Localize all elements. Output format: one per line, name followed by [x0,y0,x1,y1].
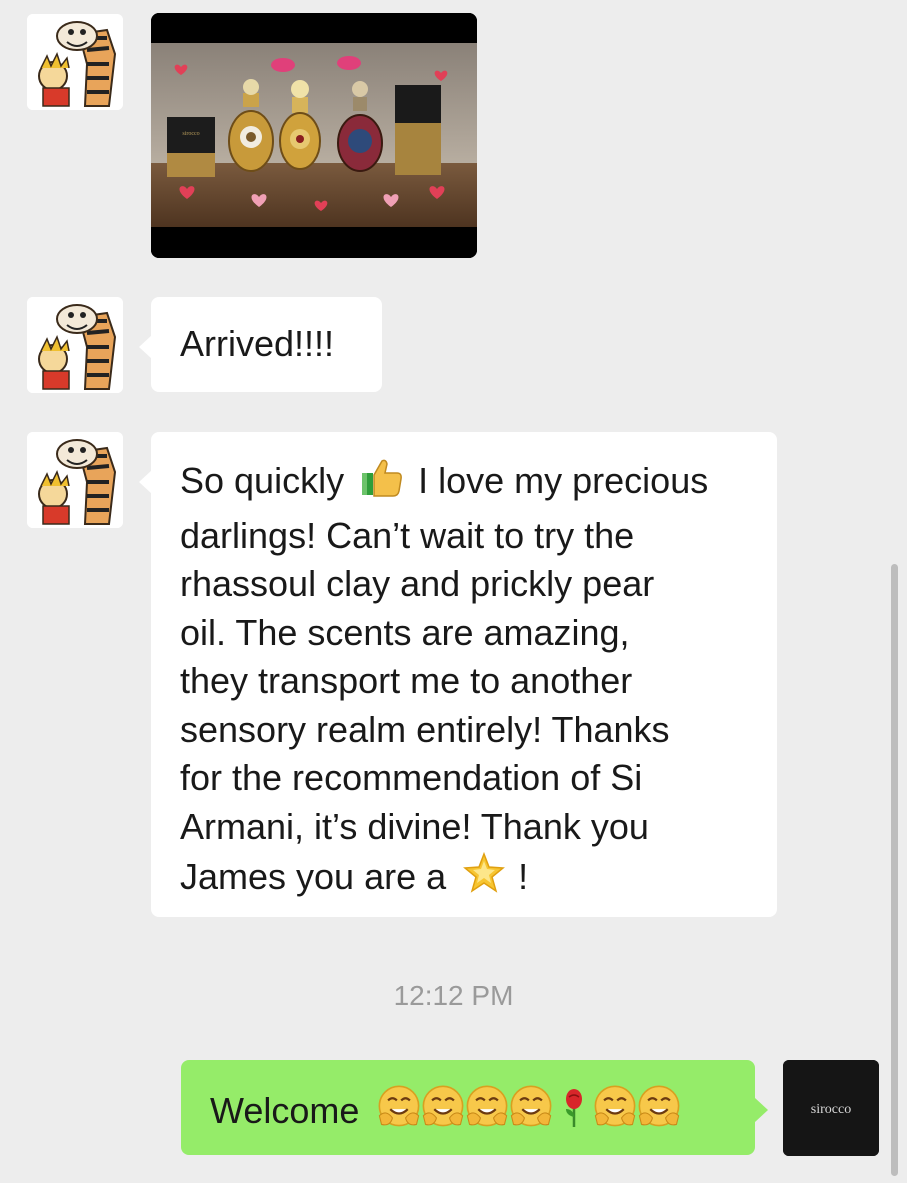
cartoon-tiger-avatar-icon [27,14,123,110]
image-message[interactable]: sirocco [151,13,477,258]
perfume-bottles-photo-icon: sirocco [151,13,477,258]
glowing-star-icon [462,851,506,908]
emoji-row [369,1085,683,1131]
message-text-line: sensory realm entirely! Thanks [180,708,670,750]
cartoon-tiger-avatar-icon [27,297,123,393]
message-text-line: for the recommendation of Si [180,757,643,798]
brand-logo-icon: sirocco [783,1060,879,1156]
hugging-face-icon [419,1083,467,1144]
contact-avatar[interactable] [27,14,123,110]
hugging-face-icon [507,1083,555,1144]
message-text-line: Armani, it’s divine! Thank you [180,805,649,847]
message-text-line: James you are a ! [180,851,767,908]
message-text-line: oil. The scents are amazing, [180,611,630,653]
contact-avatar[interactable] [27,432,123,528]
message-text: Arrived!!!! [180,323,335,364]
contact-avatar[interactable] [27,297,123,393]
thumbs-up-icon [360,455,404,512]
hugging-face-icon [635,1083,683,1144]
avatar-label: sirocco [811,1102,851,1117]
rose-icon [561,1083,587,1144]
message-timestamp: 12:12 PM [393,980,514,1011]
message-bubble-outgoing[interactable]: Welcome [181,1060,768,1155]
hugging-face-icon [591,1083,639,1144]
cartoon-tiger-avatar-icon [27,432,123,528]
self-avatar[interactable]: sirocco [783,1060,879,1156]
message-bubble[interactable]: Arrived!!!! [139,297,382,392]
hugging-face-icon [375,1083,423,1144]
hugging-face-icon [463,1083,511,1144]
product-box-label: sirocco [182,131,199,137]
message-text-line: they transport me to another [180,660,633,701]
scrollbar[interactable] [891,564,898,1176]
message-text: Welcome [210,1089,360,1131]
message-bubble[interactable]: So quickly I love my precious darlings! … [139,432,777,917]
message-text-line: darlings! Can’t wait to try the [180,514,635,556]
message-text-line: rhassoul clay and prickly pear [180,563,655,604]
message-text-line: So quickly I love my precious [180,455,767,512]
